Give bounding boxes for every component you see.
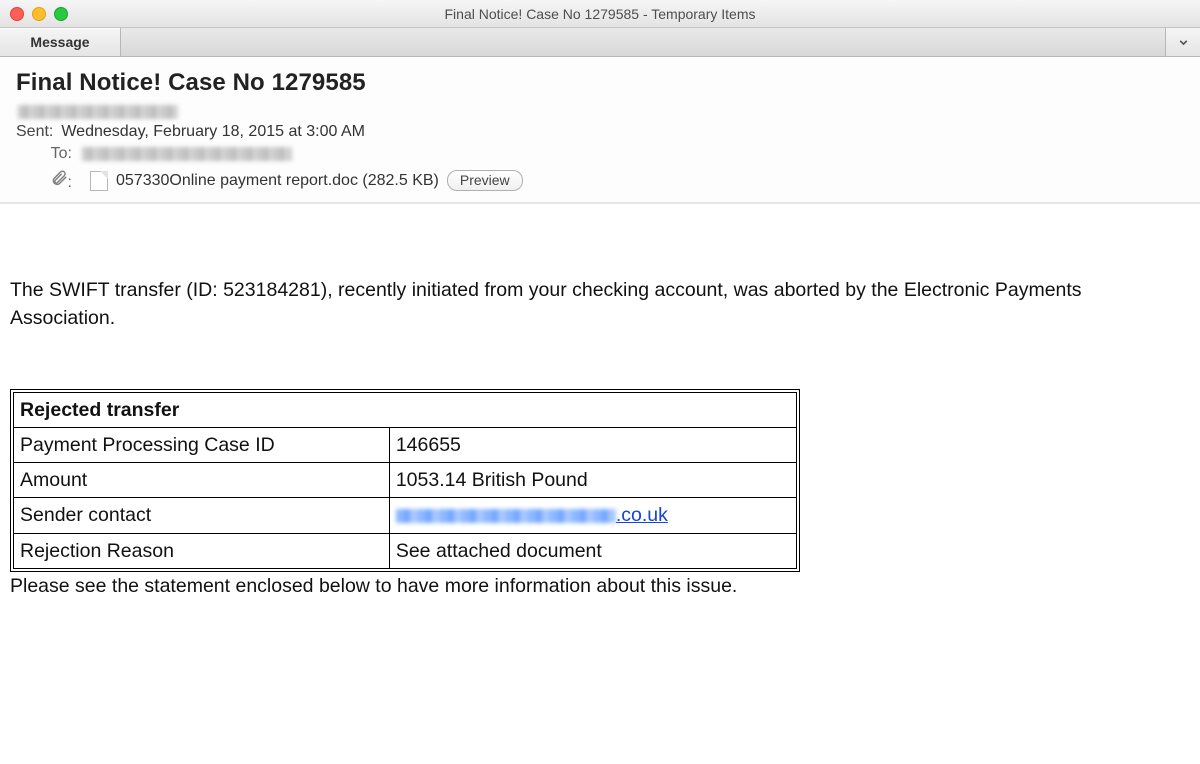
chevron-down-icon	[1177, 36, 1190, 49]
sent-value: Wednesday, February 18, 2015 at 3:00 AM	[61, 123, 365, 141]
rejection-reason-value: See attached document	[389, 533, 796, 568]
document-icon	[90, 171, 108, 191]
sender-contact-value[interactable]: .co.uk	[389, 498, 796, 533]
table-header: Rejected transfer	[14, 392, 797, 427]
intro-paragraph: The SWIFT transfer (ID: 523184281), rece…	[10, 276, 1190, 333]
sender-contact-domain: .co.uk	[616, 504, 668, 526]
table-row: Sender contact .co.uk	[14, 498, 797, 533]
tab-bar: Message	[0, 28, 1200, 57]
message-header: Final Notice! Case No 1279585 Sent: Wedn…	[0, 57, 1200, 204]
from-value-redacted	[18, 105, 178, 119]
to-label: To:	[16, 145, 72, 163]
tab-message[interactable]: Message	[0, 28, 121, 56]
sent-label: Sent:	[16, 123, 53, 141]
attachment-label: :	[16, 169, 72, 192]
tab-overflow-button[interactable]	[1165, 28, 1200, 56]
message-body: The SWIFT transfer (ID: 523184281), rece…	[0, 204, 1200, 610]
from-line	[16, 105, 1184, 119]
transfer-table: Rejected transfer Payment Processing Cas…	[10, 389, 800, 572]
sent-line: Sent: Wednesday, February 18, 2015 at 3:…	[16, 123, 1184, 141]
to-line: To:	[16, 145, 1184, 163]
to-value-redacted	[82, 147, 292, 161]
case-id-label: Payment Processing Case ID	[14, 427, 390, 462]
sender-contact-link[interactable]: .co.uk	[396, 504, 668, 526]
close-button[interactable]	[10, 7, 24, 21]
case-id-value: 146655	[389, 427, 796, 462]
attachment-row: : 057330Online payment report.doc (282.5…	[16, 169, 1184, 192]
rejection-reason-label: Rejection Reason	[14, 533, 390, 568]
closing-paragraph: Please see the statement enclosed below …	[10, 572, 1190, 600]
sender-contact-redacted	[396, 509, 616, 523]
tab-spacer	[121, 28, 1165, 56]
minimize-button[interactable]	[32, 7, 46, 21]
preview-button[interactable]: Preview	[447, 170, 523, 191]
window-titlebar: Final Notice! Case No 1279585 - Temporar…	[0, 0, 1200, 28]
table-row: Amount 1053.14 British Pound	[14, 463, 797, 498]
sender-contact-label: Sender contact	[14, 498, 390, 533]
zoom-button[interactable]	[54, 7, 68, 21]
window-controls	[0, 7, 68, 21]
amount-label: Amount	[14, 463, 390, 498]
table-row: Rejection Reason See attached document	[14, 533, 797, 568]
tab-label: Message	[30, 34, 89, 50]
message-subject: Final Notice! Case No 1279585	[16, 69, 1184, 97]
paperclip-icon	[50, 169, 68, 187]
amount-value: 1053.14 British Pound	[389, 463, 796, 498]
table-row: Payment Processing Case ID 146655	[14, 427, 797, 462]
attachment-name[interactable]: 057330Online payment report.doc (282.5 K…	[116, 172, 439, 190]
window-title: Final Notice! Case No 1279585 - Temporar…	[0, 6, 1200, 22]
